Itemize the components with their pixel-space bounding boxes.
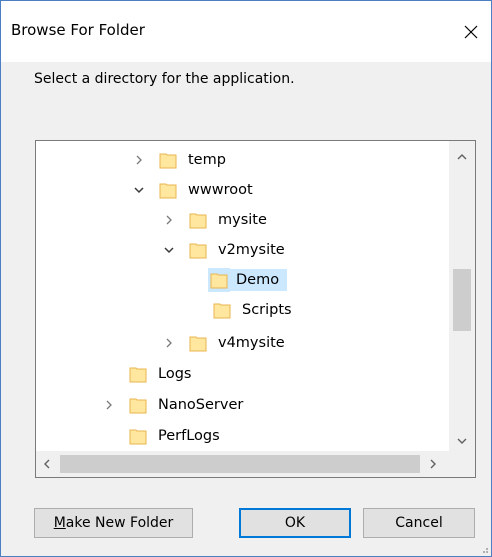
tree-item-scripts[interactable]: Scripts (212, 296, 296, 324)
tree-item-label: PerfLogs (158, 428, 220, 444)
title-bar: Browse For Folder (1, 1, 491, 62)
folder-icon (128, 395, 148, 415)
tree-item-label: wwwroot (188, 182, 253, 198)
close-icon (464, 25, 478, 39)
folder-icon (128, 364, 148, 384)
folder-icon (212, 300, 232, 320)
close-button[interactable] (451, 9, 491, 55)
tree-item-demo[interactable]: Demo (208, 266, 288, 294)
make-new-folder-button[interactable]: Make New Folder (34, 508, 193, 538)
folder-icon (158, 180, 178, 200)
vertical-scroll-thumb[interactable] (453, 269, 471, 331)
tree-item-label: mysite (218, 212, 267, 228)
tree-item-nanoserver[interactable]: NanoServer (100, 391, 247, 419)
scroll-right-icon[interactable] (422, 451, 444, 477)
tree-item-label: v4mysite (218, 335, 285, 351)
horizontal-scrollbar[interactable] (36, 451, 449, 477)
button-label-rest: ake New Folder (65, 515, 174, 531)
resize-grip-icon[interactable] (479, 544, 489, 554)
tree-item-label: Scripts (242, 302, 292, 318)
scrollbar-corner (449, 451, 475, 477)
tree-item-v2mysite[interactable]: v2mysite (160, 236, 289, 264)
tree-item-perflogs[interactable]: PerfLogs (128, 422, 224, 450)
folder-icon (188, 210, 208, 230)
ok-button[interactable]: OK (239, 508, 351, 538)
tree-item-logs[interactable]: Logs (128, 360, 195, 388)
folder-icon (158, 150, 178, 170)
tree-viewport: temp wwwroot mysite v2mysite Demo Script… (36, 141, 449, 451)
vertical-scrollbar[interactable] (449, 141, 475, 451)
chevron-right-icon[interactable] (160, 334, 178, 352)
horizontal-scroll-thumb[interactable] (60, 455, 420, 473)
browse-for-folder-dialog: Browse For Folder Select a directory for… (0, 0, 492, 557)
tree-item-mysite[interactable]: mysite (160, 206, 271, 234)
scroll-up-icon[interactable] (449, 147, 475, 167)
chevron-right-icon[interactable] (100, 396, 118, 414)
tree-item-label: NanoServer (158, 397, 244, 413)
folder-icon (188, 240, 208, 260)
folder-icon (128, 426, 148, 446)
tree-item-v4mysite[interactable]: v4mysite (160, 329, 289, 357)
chevron-down-icon[interactable] (130, 181, 148, 199)
tree-item-label: Logs (158, 366, 192, 382)
tree-item-label: v2mysite (218, 242, 285, 258)
chevron-right-icon[interactable] (130, 151, 148, 169)
instruction-text: Select a directory for the application. (34, 71, 295, 87)
scroll-left-icon[interactable] (36, 451, 58, 477)
folder-icon (188, 333, 208, 353)
chevron-right-icon[interactable] (160, 211, 178, 229)
folder-icon (208, 268, 230, 292)
folder-tree[interactable]: temp wwwroot mysite v2mysite Demo Script… (35, 140, 476, 478)
tree-item-temp[interactable]: temp (130, 146, 230, 174)
chevron-down-icon[interactable] (160, 241, 178, 259)
window-title: Browse For Folder (11, 21, 145, 39)
mnemonic-letter: M (53, 515, 66, 531)
cancel-button[interactable]: Cancel (363, 508, 475, 538)
tree-item-label: Demo (230, 269, 288, 291)
tree-item-wwwroot[interactable]: wwwroot (130, 176, 257, 204)
scroll-down-icon[interactable] (449, 431, 475, 451)
tree-item-label: temp (188, 152, 226, 168)
